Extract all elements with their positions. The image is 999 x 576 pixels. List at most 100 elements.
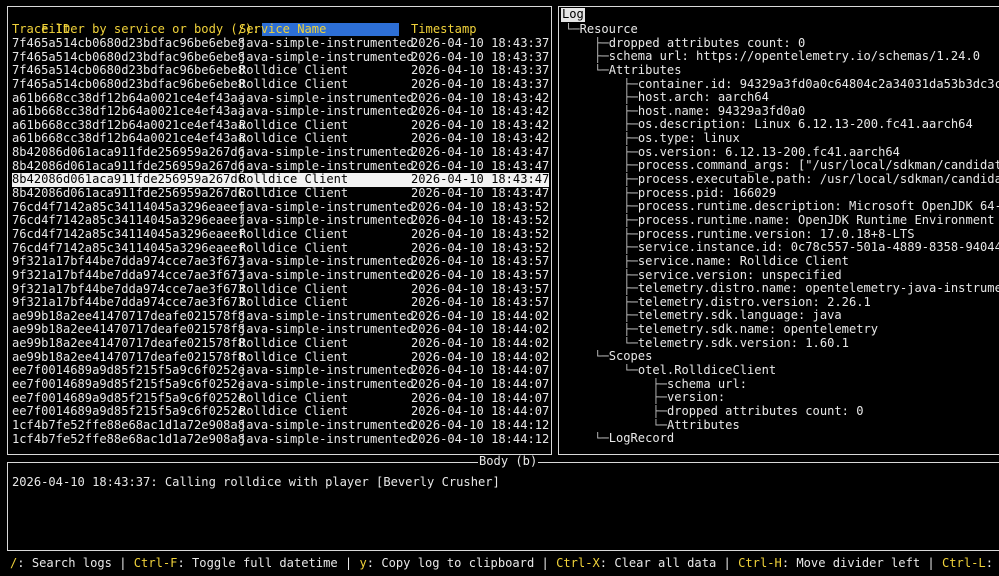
tree-node[interactable]: ├─process.runtime.name: OpenJDK Runtime …: [565, 214, 999, 228]
tree-branch-glyph: ├─: [565, 323, 638, 337]
service-name-cell: Rolldice Client: [239, 349, 349, 364]
tree-branch-glyph: ├─: [565, 186, 638, 200]
tree-node[interactable]: ├─telemetry.distro.name: opentelemetry-j…: [565, 282, 999, 296]
trace-id-cell: 1cf4b7fe52ffe88e68ac1d1a72e908a8: [12, 431, 245, 446]
tree-node[interactable]: ├─process.executable.path: /usr/local/sd…: [565, 173, 999, 187]
service-name-cell: java-simple-instrumented: [239, 145, 414, 160]
tree-node-label: Resource: [579, 23, 638, 36]
tree-node[interactable]: ├─schema url: https://opentelemetry.io/s…: [565, 50, 999, 64]
tree-node[interactable]: └─LogRecord: [565, 432, 999, 446]
tree-node[interactable]: ├─os.version: 6.12.13-200.fc41.aarch64: [565, 146, 999, 160]
tree-node[interactable]: ├─dropped attributes count: 0: [565, 405, 999, 419]
timestamp-cell: 2026-04-10 18:44:02: [411, 349, 550, 364]
table-row[interactable]: ae99b18a2ee41470717deafe021578f8java-sim…: [12, 323, 549, 337]
tree-node[interactable]: ├─telemetry.sdk.name: opentelemetry: [565, 323, 999, 337]
table-row[interactable]: 7f465a514cb0680d23bdfac96be6ebe8Rolldice…: [12, 77, 549, 92]
table-row[interactable]: 1cf4b7fe52ffe88e68ac1d1a72e908a8java-sim…: [12, 431, 549, 447]
tree-node[interactable]: ├─os.description: Linux 6.12.13-200.fc41…: [565, 118, 999, 132]
table-row[interactable]: 8b42086d061aca911fde256959a267d6java-sim…: [12, 158, 550, 174]
service-name-cell: java-simple-instrumented: [239, 322, 414, 337]
table-row[interactable]: 8b42086d061aca911fde256959a267d6Rolldice…: [12, 186, 549, 201]
tree-node[interactable]: └─Attributes: [565, 419, 999, 433]
table-row[interactable]: 8b42086d061aca911fde256959a267d6Rolldice…: [12, 173, 549, 188]
trace-id-cell: 7f465a514cb0680d23bdfac96be6ebe8: [12, 49, 245, 64]
table-row[interactable]: ae99b18a2ee41470717deafe021578f8java-sim…: [12, 309, 549, 324]
table-row[interactable]: 9f321a17bf44be7dda974cce7ae3f673java-sim…: [12, 268, 549, 283]
tree-node[interactable]: └─telemetry.sdk.version: 1.60.1: [565, 337, 999, 351]
table-row[interactable]: 1cf4b7fe52ffe88e68ac1d1a72e908a8java-sim…: [12, 417, 550, 433]
tree-node-label: LogRecord: [608, 432, 675, 446]
table-row[interactable]: 9f321a17bf44be7dda974cce7ae3f673java-sim…: [12, 255, 549, 269]
table-row[interactable]: 76cd4f7142a85c34114045a3296eaeefjava-sim…: [12, 200, 549, 215]
column-header-timestamp[interactable]: Timestamp: [411, 22, 477, 37]
tree-node[interactable]: ├─host.arch: aarch64: [565, 91, 999, 105]
tree-node[interactable]: ├─dropped attributes count: 0: [565, 37, 999, 51]
tree-node-label: host.arch: aarch64: [637, 91, 769, 105]
timestamp-cell: 2026-04-10 18:44:12: [411, 417, 550, 432]
tree-node[interactable]: ├─service.version: unspecified: [565, 269, 999, 283]
table-row[interactable]: 9f321a17bf44be7dda974cce7ae3f673Rolldice…: [12, 296, 549, 310]
table-row[interactable]: ee7f0014689a9d85f215f5a9c6f0252eRolldice…: [12, 405, 549, 419]
tree-node-label: dropped attributes count: 0: [666, 404, 864, 418]
table-row[interactable]: 76cd4f7142a85c34114045a3296eaeefRolldice…: [12, 241, 549, 256]
tree-node[interactable]: ├─host.name: 94329a3fd0a0: [565, 105, 999, 119]
timestamp-cell: 2026-04-10 18:43:47: [411, 158, 550, 173]
table-row[interactable]: 76cd4f7142a85c34114045a3296eaeefRolldice…: [12, 226, 550, 242]
table-row[interactable]: 76cd4f7142a85c34114045a3296eaeefjava-sim…: [12, 214, 549, 228]
status-separator: |: [534, 556, 557, 570]
tree-branch-glyph: ├─: [565, 145, 638, 159]
table-row[interactable]: 7f465a514cb0680d23bdfac96be6ebe8java-sim…: [12, 49, 549, 65]
tree-node[interactable]: ├─telemetry.distro.version: 2.26.1: [565, 296, 999, 310]
tree-node[interactable]: └─otel.RolldiceClient: [565, 364, 999, 378]
table-row[interactable]: a61b668cc38df12b64a0021ce4ef43aajava-sim…: [12, 105, 549, 119]
tree-node[interactable]: ├─service.instance.id: 0c78c557-501a-488…: [565, 241, 999, 255]
tree-branch-glyph: ├─: [565, 50, 609, 64]
column-header-service-name[interactable]: Service Name: [239, 22, 411, 37]
service-name-cell: java-simple-instrumented: [239, 36, 414, 50]
table-row[interactable]: a61b668cc38df12b64a0021ce4ef43aajava-sim…: [12, 91, 549, 106]
timestamp-cell: 2026-04-10 18:43:52: [411, 226, 550, 241]
tree-node[interactable]: ├─os.type: linux: [565, 132, 999, 146]
trace-id-cell: a61b668cc38df12b64a0021ce4ef43aa: [12, 131, 245, 146]
log-table-body: 7f465a514cb0680d23bdfac96be6ebe8java-sim…: [12, 36, 550, 447]
table-row[interactable]: 9f321a17bf44be7dda974cce7ae3f673Rolldice…: [12, 282, 549, 297]
tree-node[interactable]: ├─schema url:: [565, 378, 999, 392]
tree-node-label: process.pid: 166029: [637, 186, 777, 200]
tree-node[interactable]: ├─container.id: 94329a3fd0a0c64804c2a340…: [565, 78, 999, 92]
table-row[interactable]: a61b668cc38df12b64a0021ce4ef43aaRolldice…: [12, 132, 549, 146]
table-row[interactable]: 7f465a514cb0680d23bdfac96be6ebe8Rolldice…: [12, 64, 549, 78]
tree-node[interactable]: ├─process.runtime.description: Microsoft…: [565, 200, 999, 214]
table-row[interactable]: a61b668cc38df12b64a0021ce4ef43aaRolldice…: [12, 118, 549, 133]
tree-node[interactable]: ├─version:: [565, 391, 999, 405]
table-row[interactable]: ee7f0014689a9d85f215f5a9c6f0252eRolldice…: [12, 391, 549, 406]
tree-node-label: process.runtime.name: OpenJDK Runtime En…: [637, 213, 995, 227]
log-panel-title[interactable]: Log: [561, 7, 585, 22]
trace-id-cell: 9f321a17bf44be7dda974cce7ae3f673: [12, 254, 245, 269]
timestamp-cell: 2026-04-10 18:43:52: [411, 213, 550, 228]
tree-node[interactable]: └─Attributes: [565, 64, 999, 78]
body-text: 2026-04-10 18:43:37: Calling rolldice wi…: [12, 475, 500, 489]
tree-branch-glyph: └─: [565, 23, 580, 36]
tree-branch-glyph: ├─: [565, 200, 638, 214]
tree-node[interactable]: ├─telemetry.sdk.language: java: [565, 309, 999, 323]
tree-branch-glyph: ├─: [565, 173, 638, 187]
tree-node[interactable]: ├─process.command_args: ["/usr/local/sdk…: [565, 159, 999, 173]
trace-id-cell: ae99b18a2ee41470717deafe021578f8: [12, 349, 245, 364]
table-row[interactable]: ae99b18a2ee41470717deafe021578f8Rolldice…: [12, 349, 550, 365]
tree-node-label: version:: [666, 391, 726, 405]
tree-node-label: schema url: https://opentelemetry.io/sch…: [608, 50, 981, 64]
table-row[interactable]: 8b42086d061aca911fde256959a267d6java-sim…: [12, 145, 550, 160]
table-row[interactable]: ee7f0014689a9d85f215f5a9c6f0252ejava-sim…: [12, 377, 549, 392]
tree-node[interactable]: ├─service.name: Rolldice Client: [565, 255, 999, 269]
timestamp-cell: 2026-04-10 18:43:47: [411, 145, 550, 160]
tree-branch-glyph: └─: [565, 432, 609, 446]
service-name-cell: Rolldice Client: [239, 226, 349, 241]
table-row[interactable]: ae99b18a2ee41470717deafe021578f8Rolldice…: [12, 336, 549, 351]
table-row[interactable]: ee7f0014689a9d85f215f5a9c6f0252ejava-sim…: [12, 364, 549, 378]
tree-node[interactable]: └─Resource: [565, 23, 999, 37]
tree-node[interactable]: ├─process.pid: 166029: [565, 187, 999, 201]
column-header-trace-id[interactable]: Trace ID: [12, 22, 239, 37]
table-row[interactable]: 7f465a514cb0680d23bdfac96be6ebe8java-sim…: [12, 36, 549, 51]
tree-node[interactable]: └─Scopes: [565, 350, 999, 364]
tree-node[interactable]: ├─process.runtime.version: 17.0.18+8-LTS: [565, 228, 999, 242]
